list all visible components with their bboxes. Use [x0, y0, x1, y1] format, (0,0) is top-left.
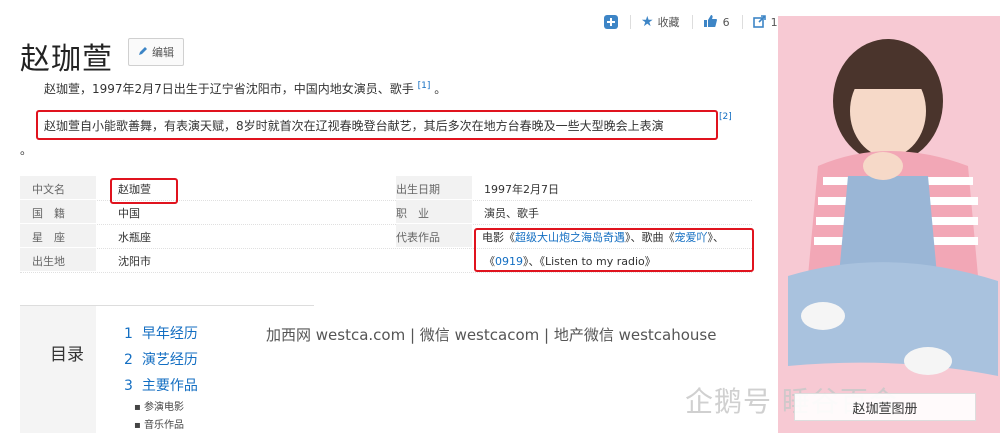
toc-title: 目录: [50, 345, 84, 365]
like-button[interactable]: 6: [703, 14, 730, 31]
edit-button[interactable]: 编辑: [128, 38, 184, 66]
page-title: 赵珈萱: [20, 42, 113, 77]
toc-subitem-label: 参演电影: [143, 402, 184, 413]
toc-item-label: 演艺经历: [141, 352, 198, 368]
info-value: 沈阳市: [118, 255, 151, 268]
toc-subitem[interactable]: ▪ 参演电影: [134, 398, 184, 413]
info-value: 中国: [118, 207, 140, 220]
thumbs-up-icon: [703, 14, 717, 31]
reference-link-2[interactable]: [2]: [719, 112, 732, 122]
toc-item-label: 主要作品: [141, 378, 198, 394]
photo-album-button[interactable]: 赵珈萱图册: [794, 393, 976, 421]
profile-photo[interactable]: [778, 16, 1000, 433]
summary-end-1: 。: [434, 82, 447, 96]
toolbar-divider: [691, 15, 693, 29]
toc-item[interactable]: 2 演艺经历: [124, 349, 198, 369]
photo-illustration: [778, 16, 1000, 433]
reference-link-1[interactable]: [1]: [418, 81, 431, 91]
info-label: 国 籍: [32, 207, 65, 220]
site-watermark: 加西网 westca.com | 微信 westcacom | 地产微信 wes…: [266, 326, 717, 344]
toc-item-number: 1: [124, 326, 133, 342]
toc-item-number: 2: [124, 352, 133, 368]
info-label: 出生日期: [396, 183, 440, 196]
info-value: 演员、歌手: [484, 207, 539, 220]
article-toolbar: ★ 收藏 6 1: [604, 12, 790, 32]
share-icon: [752, 14, 767, 31]
toc-subitem-label: 音乐作品: [143, 420, 184, 431]
highlight-box-name: [110, 178, 178, 204]
info-label: 星 座: [32, 231, 65, 244]
add-button[interactable]: [604, 15, 618, 29]
toc-item[interactable]: 3 主要作品: [124, 375, 198, 395]
toc-sidebar: [20, 306, 96, 433]
info-value: 水瓶座: [118, 231, 151, 244]
share-count: 1: [770, 15, 778, 29]
like-count: 6: [722, 15, 730, 29]
toc-item-label: 早年经历: [141, 326, 198, 342]
pencil-icon: [138, 46, 148, 59]
summary-line-1: 赵珈萱，1997年2月7日出生于辽宁省沈阳市，中国内地女演员、歌手 [1] 。: [44, 80, 446, 97]
star-icon: ★: [641, 14, 654, 30]
highlight-box-works: [474, 228, 754, 272]
summary-text-1: 赵珈萱，1997年2月7日出生于辽宁省沈阳市，中国内地女演员、歌手: [44, 82, 414, 96]
info-label: 中文名: [32, 183, 65, 196]
favorite-button[interactable]: ★ 收藏: [641, 14, 680, 30]
info-label: 职 业: [396, 207, 429, 220]
info-label: 代表作品: [396, 231, 440, 244]
summary-end-2: 。: [20, 143, 33, 157]
edit-label: 编辑: [152, 46, 174, 59]
toc-subitem[interactable]: ▪ 音乐作品: [134, 416, 184, 431]
share-button[interactable]: 1: [752, 14, 778, 31]
toolbar-divider: [741, 15, 743, 29]
info-label: 出生地: [32, 255, 65, 268]
highlight-box-summary: [36, 110, 718, 140]
info-value: 1997年2月7日: [484, 183, 559, 196]
toolbar-divider: [630, 15, 631, 29]
toc-item[interactable]: 1 早年经历: [124, 323, 198, 343]
favorite-label: 收藏: [657, 16, 680, 29]
toc-item-number: 3: [124, 378, 133, 394]
plus-square-icon: [604, 15, 618, 29]
